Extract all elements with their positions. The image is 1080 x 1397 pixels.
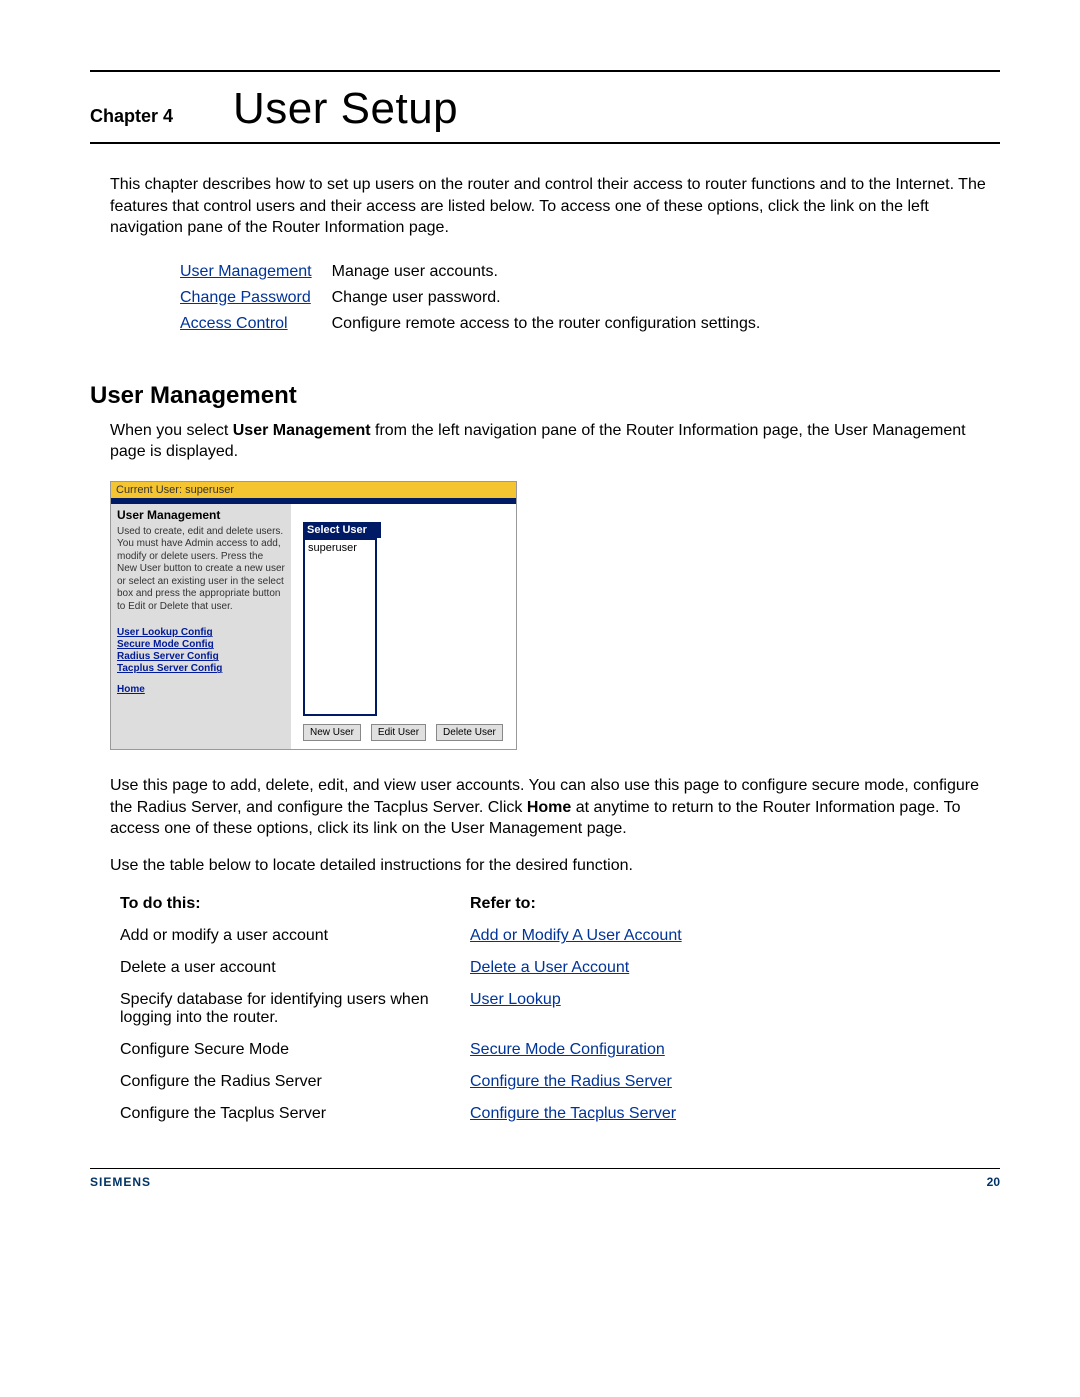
delete-user-button[interactable]: Delete User <box>436 724 503 741</box>
ref-task: Configure the Tacplus Server <box>120 1101 470 1133</box>
footer-page-number: 20 <box>987 1175 1000 1189</box>
ss-link-radius[interactable]: Radius Server Config <box>117 651 285 662</box>
ss-select-user-header: Select User <box>303 522 381 538</box>
ref-task: Configure the Radius Server <box>120 1069 470 1101</box>
footer-brand: SIEMENS <box>90 1175 151 1189</box>
ref-link-lookup[interactable]: User Lookup <box>470 991 561 1008</box>
ss-panel-title: User Management <box>117 508 285 522</box>
ref-head-task: To do this: <box>120 891 470 923</box>
ss-link-home[interactable]: Home <box>117 684 285 695</box>
ss-link-tacplus[interactable]: Tacplus Server Config <box>117 663 285 674</box>
link-desc: Manage user accounts. <box>332 259 781 285</box>
ss-user-listbox[interactable]: superuser <box>303 538 377 716</box>
link-desc: Configure remote access to the router co… <box>332 311 781 337</box>
ss-link-user-lookup[interactable]: User Lookup Config <box>117 627 285 638</box>
link-desc: Change user password. <box>332 285 781 311</box>
ss-panel-desc: Used to create, edit and delete users. Y… <box>117 526 285 614</box>
edit-user-button[interactable]: Edit User <box>371 724 426 741</box>
ref-task: Specify database for identifying users w… <box>120 987 470 1037</box>
ref-task: Add or modify a user account <box>120 923 470 955</box>
screenshot-user-management: Current User: superuser User Management … <box>110 481 517 750</box>
intro-links-table: User Management Manage user accounts. Ch… <box>180 259 780 337</box>
reference-table: To do this: Refer to: Add or modify a us… <box>120 891 682 1133</box>
ref-link-radius[interactable]: Configure the Radius Server <box>470 1073 672 1090</box>
ref-link-secure-mode[interactable]: Secure Mode Configuration <box>470 1041 665 1058</box>
ss-link-secure-mode[interactable]: Secure Mode Config <box>117 639 285 650</box>
ref-link-add-modify[interactable]: Add or Modify A User Account <box>470 927 682 944</box>
post-screenshot-para1: Use this page to add, delete, edit, and … <box>110 775 1000 840</box>
ss-user-item[interactable]: superuser <box>308 542 372 554</box>
ref-link-delete[interactable]: Delete a User Account <box>470 959 629 976</box>
post-screenshot-para2: Use the table below to locate detailed i… <box>110 855 1000 877</box>
ref-link-tacplus[interactable]: Configure the Tacplus Server <box>470 1105 676 1122</box>
ss-current-user: Current User: superuser <box>111 482 516 498</box>
chapter-title: User Setup <box>233 84 458 134</box>
ref-task: Delete a user account <box>120 955 470 987</box>
ref-head-link: Refer to: <box>470 891 682 923</box>
link-access-control[interactable]: Access Control <box>180 315 288 332</box>
section-heading: User Management <box>90 382 1000 410</box>
intro-paragraph: This chapter describes how to set up use… <box>110 174 1000 239</box>
section-paragraph: When you select User Management from the… <box>110 420 1000 463</box>
new-user-button[interactable]: New User <box>303 724 361 741</box>
chapter-label: Chapter 4 <box>90 92 173 127</box>
link-user-management[interactable]: User Management <box>180 263 312 280</box>
ref-task: Configure Secure Mode <box>120 1037 470 1069</box>
link-change-password[interactable]: Change Password <box>180 289 311 306</box>
